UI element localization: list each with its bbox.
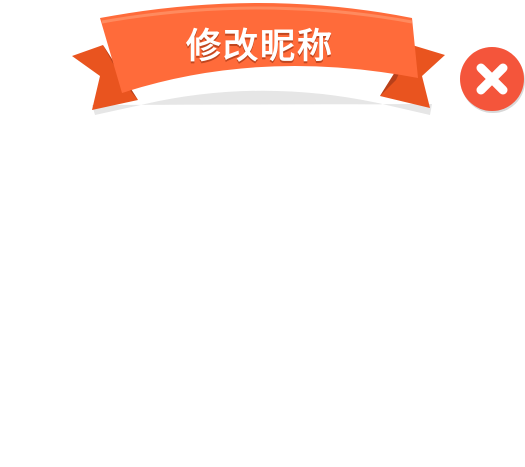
- dialog-title: 修改昵称: [185, 27, 334, 67]
- dialog-body: [0, 125, 525, 467]
- close-icon: [460, 47, 525, 113]
- close-button[interactable]: [458, 46, 525, 116]
- edit-nickname-dialog: 修改昵称: [0, 0, 525, 467]
